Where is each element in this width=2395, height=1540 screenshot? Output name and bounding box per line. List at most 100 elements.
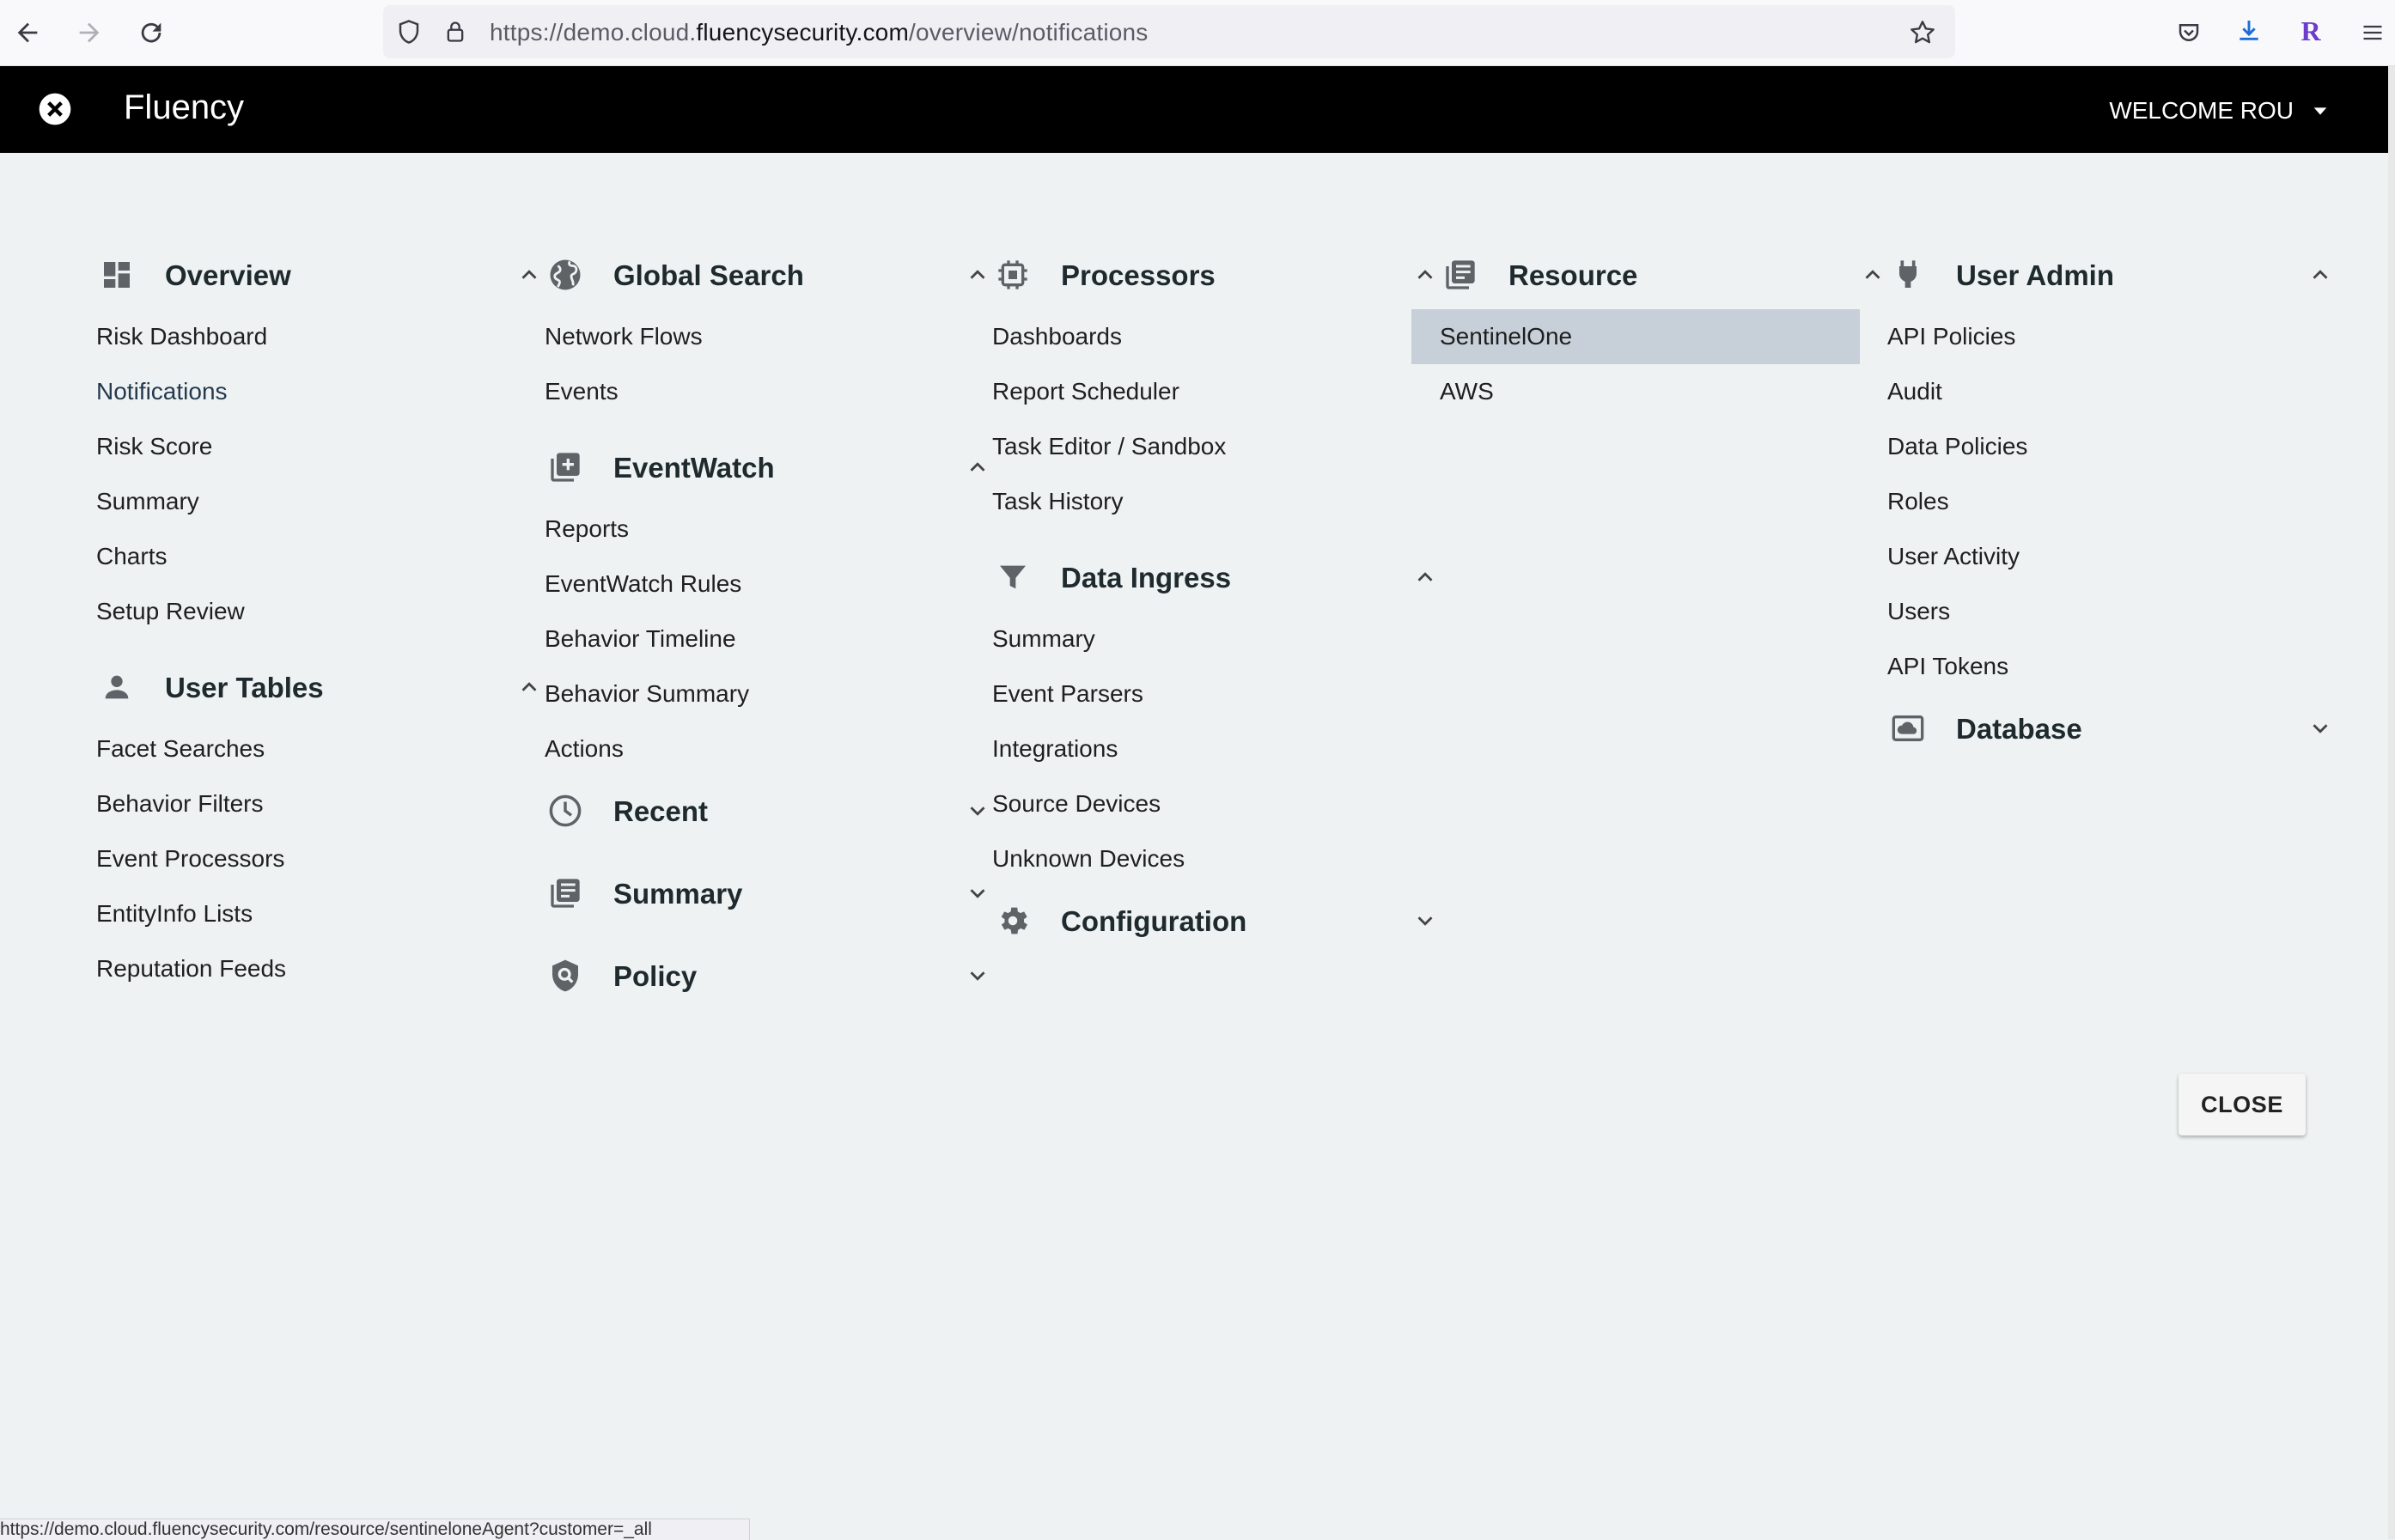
- section-eventwatch[interactable]: EventWatch: [545, 433, 993, 502]
- menu-item-notifications[interactable]: Notifications: [96, 364, 545, 419]
- menu-item-users[interactable]: Users: [1887, 584, 2336, 639]
- pocket-icon[interactable]: [2172, 15, 2206, 50]
- menu-item-roles[interactable]: Roles: [1887, 474, 2336, 529]
- bookmark-star-icon[interactable]: [1905, 15, 1940, 50]
- section-overview[interactable]: Overview: [96, 240, 545, 309]
- menu-item-task-history[interactable]: Task History: [992, 474, 1441, 529]
- close-circle-icon[interactable]: [34, 88, 76, 130]
- reload-button[interactable]: [131, 12, 172, 53]
- forward-button[interactable]: [69, 12, 110, 53]
- url-path: /overview/notifications: [908, 19, 1149, 46]
- chevron-down-icon[interactable]: [962, 960, 993, 991]
- menu-item-source-devices[interactable]: Source Devices: [992, 776, 1441, 831]
- menu-item-aws[interactable]: AWS: [1440, 364, 1888, 419]
- hamburger-menu-icon[interactable]: [2357, 15, 2388, 50]
- profile-icon[interactable]: R: [2294, 14, 2328, 48]
- section-user-tables[interactable]: User Tables: [96, 653, 545, 721]
- chevron-up-icon[interactable]: [962, 259, 993, 290]
- chevron-up-icon[interactable]: [514, 672, 545, 703]
- menu-item-api-policies[interactable]: API Policies: [1887, 309, 2336, 364]
- menu-item-reports[interactable]: Reports: [545, 502, 993, 557]
- menu-item-setup-review[interactable]: Setup Review: [96, 584, 545, 639]
- chevron-up-icon[interactable]: [514, 259, 545, 290]
- chevron-up-icon[interactable]: [1410, 259, 1441, 290]
- menu-item-behavior-summary[interactable]: Behavior Summary: [545, 667, 993, 721]
- reload-icon: [141, 22, 161, 43]
- memory-chip-icon: [992, 254, 1033, 295]
- chevron-up-icon[interactable]: [1857, 259, 1888, 290]
- section-resource[interactable]: Resource: [1440, 240, 1888, 309]
- menu-item-unknown-devices[interactable]: Unknown Devices: [992, 831, 1441, 886]
- close-button[interactable]: CLOSE: [2179, 1074, 2306, 1135]
- menu-column-3: Processors Dashboards Report Scheduler T…: [992, 240, 1441, 955]
- chevron-down-icon[interactable]: [962, 795, 993, 826]
- policy-shield-icon: [545, 955, 586, 996]
- user-menu[interactable]: WELCOME ROU: [2109, 97, 2330, 125]
- url-domain: fluencysecurity.com: [696, 19, 909, 46]
- menu-column-4: Resource SentinelOne AWS: [1411, 240, 1888, 433]
- section-database[interactable]: Database: [1887, 694, 2336, 763]
- menu-item-user-activity[interactable]: User Activity: [1887, 529, 2336, 584]
- menu-item-integrations[interactable]: Integrations: [992, 721, 1441, 776]
- menu-item-facet-searches[interactable]: Facet Searches: [96, 721, 545, 776]
- chevron-down-icon[interactable]: [1410, 905, 1441, 936]
- section-title: Summary: [613, 878, 743, 910]
- caret-down-icon: [2313, 107, 2327, 115]
- section-summary[interactable]: Summary: [545, 859, 993, 928]
- shield-icon[interactable]: [393, 16, 424, 47]
- browser-toolbar: https://demo.cloud.fluencysecurity.com/o…: [0, 0, 2395, 66]
- address-bar[interactable]: https://demo.cloud.fluencysecurity.com/o…: [383, 5, 1955, 58]
- menu-item-dashboards[interactable]: Dashboards: [992, 309, 1441, 364]
- section-title: User Admin: [1956, 259, 2114, 291]
- back-button[interactable]: [7, 12, 48, 53]
- menu-item-eventwatch-rules[interactable]: EventWatch Rules: [545, 557, 993, 612]
- menu-item-sentinelone[interactable]: SentinelOne: [1411, 309, 1888, 364]
- globe-icon: [545, 254, 586, 295]
- lock-icon[interactable]: [440, 16, 471, 47]
- scrollbar[interactable]: [2388, 66, 2395, 1539]
- section-user-admin[interactable]: User Admin: [1887, 240, 2336, 309]
- menu-item-data-policies[interactable]: Data Policies: [1887, 419, 2336, 474]
- menu-item-behavior-filters[interactable]: Behavior Filters: [96, 776, 545, 831]
- menu-item-risk-dashboard[interactable]: Risk Dashboard: [96, 309, 545, 364]
- menu-item-event-parsers[interactable]: Event Parsers: [992, 667, 1441, 721]
- chevron-up-icon[interactable]: [2305, 259, 2336, 290]
- menu-column-2: Global Search Network Flows Events Event…: [545, 240, 993, 1010]
- article-icon: [545, 873, 586, 914]
- menu-item-api-tokens[interactable]: API Tokens: [1887, 639, 2336, 694]
- menu-item-events[interactable]: Events: [545, 364, 993, 419]
- section-global-search[interactable]: Global Search: [545, 240, 993, 309]
- menu-item-task-editor-sandbox[interactable]: Task Editor / Sandbox: [992, 419, 1441, 474]
- clock-icon: [545, 790, 586, 831]
- chevron-up-icon[interactable]: [962, 452, 993, 483]
- filter-funnel-icon: [992, 557, 1033, 598]
- menu-item-risk-score[interactable]: Risk Score: [96, 419, 545, 474]
- menu-item-audit[interactable]: Audit: [1887, 364, 2336, 419]
- menu-item-report-scheduler[interactable]: Report Scheduler: [992, 364, 1441, 419]
- menu-item-actions[interactable]: Actions: [545, 721, 993, 776]
- person-icon: [96, 667, 137, 708]
- menu-item-reputation-feeds[interactable]: Reputation Feeds: [96, 941, 545, 996]
- section-recent[interactable]: Recent: [545, 776, 993, 845]
- menu-item-summary[interactable]: Summary: [96, 474, 545, 529]
- app-title: Fluency: [124, 88, 245, 126]
- menu-item-ingress-summary[interactable]: Summary: [992, 612, 1441, 667]
- download-icon[interactable]: [2232, 14, 2266, 48]
- cloud-box-icon: [1887, 708, 1929, 749]
- dashboard-icon: [96, 254, 137, 295]
- chevron-down-icon[interactable]: [962, 878, 993, 909]
- chevron-up-icon[interactable]: [1410, 562, 1441, 593]
- section-processors[interactable]: Processors: [992, 240, 1441, 309]
- section-policy[interactable]: Policy: [545, 941, 993, 1010]
- menu-item-entityinfo-lists[interactable]: EntityInfo Lists: [96, 886, 545, 941]
- section-data-ingress[interactable]: Data Ingress: [992, 543, 1441, 612]
- menu-item-event-processors[interactable]: Event Processors: [96, 831, 545, 886]
- link-status-bar: https://demo.cloud.fluencysecurity.com/r…: [0, 1519, 750, 1540]
- menu-item-charts[interactable]: Charts: [96, 529, 545, 584]
- menu-item-behavior-timeline[interactable]: Behavior Timeline: [545, 612, 993, 667]
- chevron-down-icon[interactable]: [2305, 713, 2336, 744]
- section-title: User Tables: [165, 672, 324, 703]
- section-title: Recent: [613, 795, 709, 827]
- menu-item-network-flows[interactable]: Network Flows: [545, 309, 993, 364]
- section-configuration[interactable]: Configuration: [992, 886, 1441, 955]
